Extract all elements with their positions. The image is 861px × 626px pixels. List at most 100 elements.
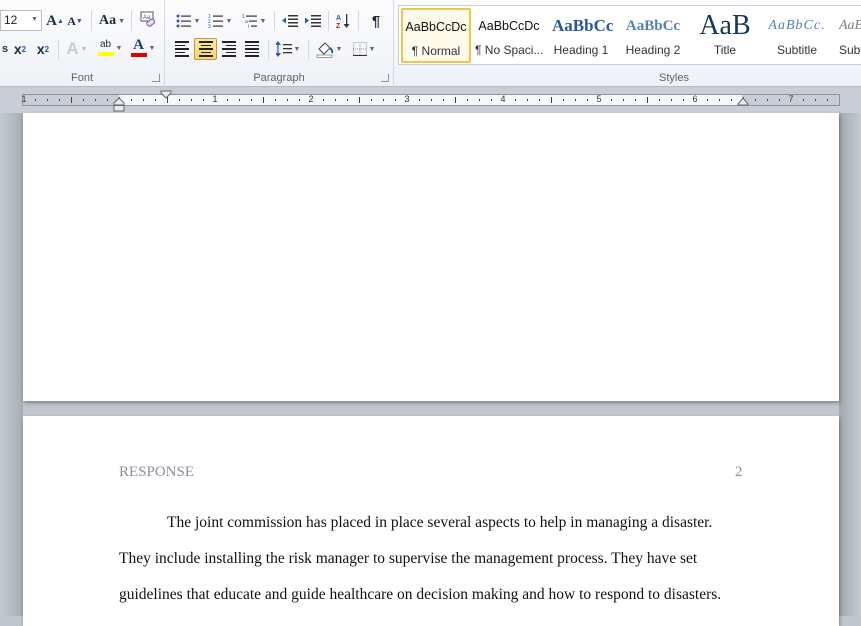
right-indent-marker[interactable]: [737, 97, 749, 106]
decrease-indent-icon: [282, 15, 298, 27]
ruler-tick: [35, 99, 36, 101]
ruler-number: 1: [21, 94, 27, 104]
style-no-spacing[interactable]: AaBbCcDc ¶ No Spaci...: [474, 8, 544, 63]
svg-text:Z: Z: [336, 23, 341, 29]
ruler-tick: [299, 99, 300, 101]
ruler-tick: [83, 99, 84, 101]
style-title[interactable]: AaB Title: [690, 8, 760, 63]
shrink-font-icon: A: [67, 13, 76, 28]
style-heading-1[interactable]: AaBbCc Heading 1: [546, 8, 616, 63]
show-formatting-button[interactable]: ¶: [365, 10, 387, 32]
page-2[interactable]: RESPONSE 2 The joint commission has plac…: [23, 416, 839, 626]
separator: [91, 11, 92, 31]
shrink-font-button[interactable]: A ▼: [66, 10, 84, 32]
ruler-tick: [671, 99, 672, 101]
style-preview: AaBbCc.: [768, 18, 826, 33]
document-left-gutter: [0, 113, 23, 616]
ruler-tick: [251, 99, 252, 101]
first-line-indent-marker[interactable]: [160, 90, 172, 99]
style-subtitle[interactable]: AaBbCc. Subtitle: [762, 8, 832, 63]
font-dialog-launcher[interactable]: [152, 74, 160, 82]
separator: [308, 40, 309, 60]
ruler-tick: [347, 99, 348, 101]
bullets-button[interactable]: ▼: [173, 10, 203, 32]
svg-text:i: i: [248, 24, 249, 28]
style-normal[interactable]: AaBbCcDc ¶ Normal: [401, 8, 471, 63]
line-spacing-button[interactable]: ▼: [273, 38, 303, 60]
ruler-tick: [443, 99, 444, 101]
decrease-indent-button[interactable]: [279, 10, 301, 32]
numbering-button[interactable]: 1 2 3 ▼: [205, 10, 235, 32]
align-right-button[interactable]: [218, 38, 240, 60]
align-center-button[interactable]: [194, 38, 217, 60]
separator: [58, 40, 59, 60]
ruler-number: 5: [596, 94, 602, 104]
highlight-button[interactable]: ab ▼: [94, 37, 126, 59]
ruler-tick: [719, 99, 720, 101]
superscript-button[interactable]: x2: [33, 38, 53, 60]
increase-indent-icon: [305, 15, 321, 27]
paragraph-dialog-launcher[interactable]: [381, 74, 389, 82]
style-preview: AaB: [699, 10, 751, 41]
body-line: The joint commission has placed in place…: [167, 514, 713, 531]
style-preview: AaBbCc: [625, 17, 681, 34]
subscript-button[interactable]: x2: [10, 38, 30, 60]
separator: [358, 11, 359, 31]
align-left-button[interactable]: [171, 38, 193, 60]
justify-button[interactable]: [241, 38, 263, 60]
style-name: Subtitle: [776, 43, 818, 57]
ruler-tick: [611, 99, 612, 101]
ruler-number: 3: [404, 94, 410, 104]
borders-button[interactable]: ▼: [349, 38, 379, 60]
ruler-tick: [335, 99, 336, 101]
style-heading-2[interactable]: AaBbCc Heading 2: [618, 8, 688, 63]
ruler-tick: [371, 99, 372, 101]
ruler-tick: [647, 97, 648, 103]
sort-button[interactable]: A Z: [332, 10, 354, 32]
font-size-box[interactable]: 12 ▼: [0, 10, 42, 31]
separator: [131, 11, 132, 31]
font-color-icon: A: [130, 38, 147, 57]
ruler-tick: [479, 99, 480, 101]
ruler-tick: [155, 99, 156, 101]
ruler-tick: [683, 99, 684, 101]
ruler-number: 6: [692, 94, 698, 104]
change-case-button[interactable]: Aa ▼: [97, 10, 127, 32]
ruler-tick: [455, 97, 456, 103]
ruler-tick: [587, 99, 588, 101]
page-1[interactable]: [23, 113, 839, 401]
page-number: 2: [735, 464, 743, 480]
borders-icon: [352, 42, 367, 56]
multilevel-list-button[interactable]: 1 a i ▼: [239, 10, 269, 32]
shading-button[interactable]: ▼: [313, 38, 345, 60]
ruler-tick: [227, 99, 228, 101]
subscript-icon: x: [13, 41, 22, 57]
chevron-down-icon[interactable]: ▼: [31, 16, 38, 23]
styles-gallery: AaBbCcDc ¶ Normal AaBbCcDc ¶ No Spaci...…: [398, 5, 861, 65]
strikethrough-button[interactable]: s: [0, 38, 10, 60]
separator: [328, 11, 329, 31]
increase-indent-button[interactable]: [302, 10, 324, 32]
body-line: guidelines that educate and guide health…: [119, 586, 722, 603]
horizontal-ruler[interactable]: 1 1 2 3 4 5 6 7: [21, 94, 840, 106]
align-right-icon: [222, 41, 236, 57]
hanging-indent-marker[interactable]: [113, 97, 125, 112]
text-effects-button[interactable]: A ▼: [63, 38, 91, 60]
font-color-button[interactable]: A ▼: [128, 37, 158, 59]
ruler-tick: [275, 99, 276, 101]
style-preview: AaBbCcDc: [478, 19, 540, 33]
styles-group-label: Styles: [659, 72, 689, 84]
ruler-tick: [395, 99, 396, 101]
align-left-icon: [175, 41, 189, 57]
change-case-icon: Aa: [98, 13, 117, 28]
style-subtle-emphasis[interactable]: AaBbCc Subtle Em...: [834, 8, 861, 63]
ruler-tick: [323, 99, 324, 101]
ruler-tick: [623, 99, 624, 101]
ruler-tick: [539, 99, 540, 101]
ruler-tick: [827, 99, 828, 101]
ruler-tick: [287, 99, 288, 101]
clear-formatting-button[interactable]: Aa: [137, 9, 159, 31]
grow-font-button[interactable]: A ▲: [45, 10, 65, 32]
ruler-tick: [263, 97, 264, 103]
ruler-tick: [203, 99, 204, 101]
